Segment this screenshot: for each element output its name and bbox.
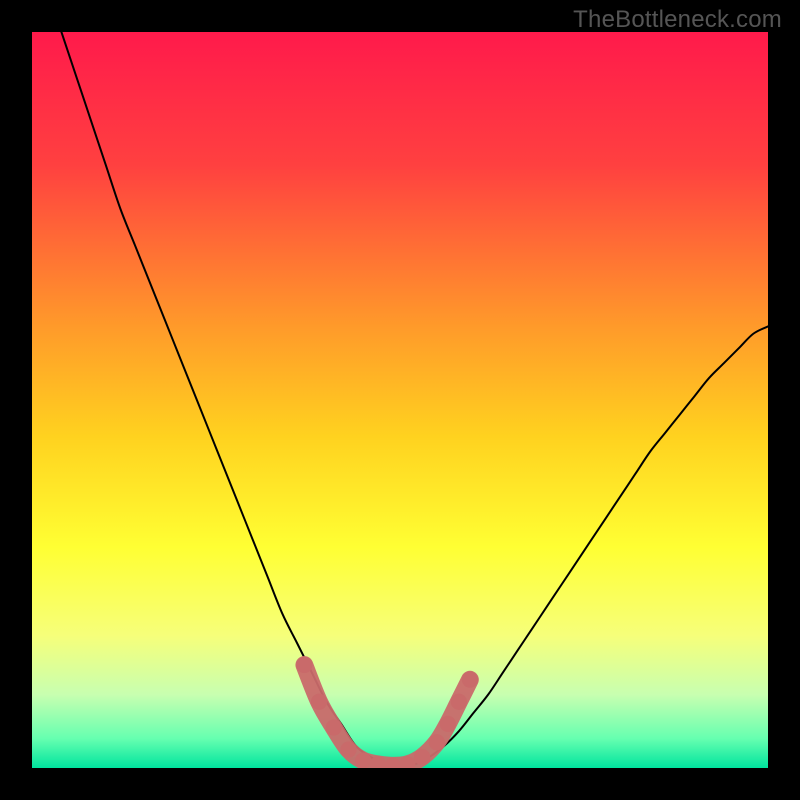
marker-dot (340, 742, 356, 758)
marker-dot (429, 734, 445, 750)
marker-dot (440, 716, 456, 732)
marker-dot (414, 749, 430, 765)
marker-dot (311, 694, 327, 710)
marker-dot (451, 694, 467, 710)
marker-dot (462, 672, 478, 688)
marker-dot (326, 719, 342, 735)
chart-frame: TheBottleneck.com (0, 0, 800, 800)
gradient-background (32, 32, 768, 768)
plot-area (32, 32, 768, 768)
chart-svg (32, 32, 768, 768)
watermark-text: TheBottleneck.com (573, 6, 782, 34)
marker-dot (355, 753, 371, 768)
marker-dot (296, 657, 312, 673)
